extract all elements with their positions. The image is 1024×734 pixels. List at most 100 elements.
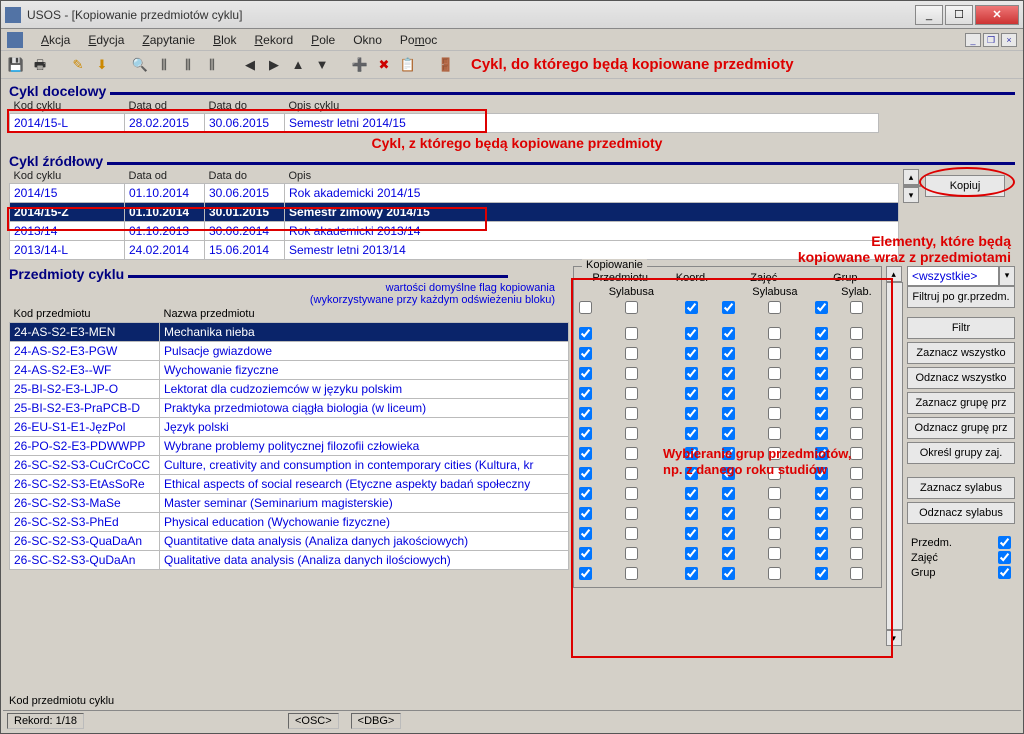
down-icon[interactable]: ▼ — [313, 56, 331, 74]
cb-przedm[interactable] — [998, 536, 1011, 549]
kopiowanie-checkbox[interactable] — [722, 367, 735, 380]
kopiowanie-checkbox[interactable] — [579, 367, 592, 380]
menu-okno[interactable]: Okno — [353, 33, 382, 47]
kopiowanie-checkbox[interactable] — [815, 447, 828, 460]
mdi-minimize[interactable]: _ — [965, 33, 981, 47]
kopiowanie-checkbox[interactable] — [579, 327, 592, 340]
subject-row[interactable]: 25-BI-S2-E3-PraPCB-DPraktyka przedmiotow… — [10, 399, 569, 418]
subj-scrollbar[interactable] — [886, 282, 903, 630]
kopiowanie-checkbox[interactable] — [722, 467, 735, 480]
kopiowanie-checkbox[interactable] — [815, 367, 828, 380]
kopiowanie-checkbox[interactable] — [768, 347, 781, 360]
next-icon[interactable]: ▶ — [265, 56, 283, 74]
kopiowanie-checkbox[interactable] — [685, 387, 698, 400]
kopiowanie-checkbox[interactable] — [768, 507, 781, 520]
kopiowanie-checkbox[interactable] — [850, 407, 863, 420]
kopiowanie-checkbox[interactable] — [722, 301, 735, 314]
kopiowanie-checkbox[interactable] — [579, 487, 592, 500]
kopiowanie-checkbox[interactable] — [815, 301, 828, 314]
chart3-icon[interactable]: ⫼ — [203, 56, 221, 74]
source-row[interactable]: 2014/15-Z01.10.201430.01.2015Semestr zim… — [10, 203, 899, 222]
close-button[interactable]: ✕ — [975, 5, 1019, 25]
kopiowanie-checkbox[interactable] — [768, 487, 781, 500]
kopiowanie-checkbox[interactable] — [579, 301, 592, 314]
subject-row[interactable]: 24-AS-S2-E3-PGWPulsacje gwiazdowe — [10, 342, 569, 361]
kopiowanie-checkbox[interactable] — [579, 507, 592, 520]
kopiowanie-checkbox[interactable] — [722, 427, 735, 440]
kopiowanie-checkbox[interactable] — [850, 301, 863, 314]
subj-scroll-down[interactable]: ▾ — [886, 630, 902, 646]
scroll-up[interactable]: ▴ — [903, 169, 919, 185]
add-icon[interactable]: ➕ — [351, 56, 369, 74]
kopiowanie-checkbox[interactable] — [722, 447, 735, 460]
kopiowanie-checkbox[interactable] — [768, 427, 781, 440]
filtr-button[interactable]: Filtr — [907, 317, 1015, 339]
kopiowanie-checkbox[interactable] — [768, 447, 781, 460]
kopiowanie-checkbox[interactable] — [815, 347, 828, 360]
kopiowanie-checkbox[interactable] — [722, 527, 735, 540]
subject-row[interactable]: 26-EU-S1-E1-JęzPolJęzyk polski — [10, 418, 569, 437]
print-icon[interactable]: 🖶 — [31, 56, 49, 74]
kopiowanie-checkbox[interactable] — [625, 427, 638, 440]
zaznacz-sylabus-button[interactable]: Zaznacz sylabus — [907, 477, 1015, 499]
save-icon[interactable]: 💾 — [7, 56, 25, 74]
chart1-icon[interactable]: ⫼ — [155, 56, 173, 74]
source-row[interactable]: 2013/14-L24.02.201415.06.2014Semestr let… — [10, 241, 899, 260]
kopiowanie-checkbox[interactable] — [815, 427, 828, 440]
minimize-button[interactable]: _ — [915, 5, 943, 25]
kopiowanie-checkbox[interactable] — [625, 467, 638, 480]
zaznacz-wszystko-button[interactable]: Zaznacz wszystko — [907, 342, 1015, 364]
subject-row[interactable]: 26-SC-S2-S3-QuaDaAnQuantitative data ana… — [10, 532, 569, 551]
kopiowanie-checkbox[interactable] — [685, 367, 698, 380]
kopiowanie-checkbox[interactable] — [579, 347, 592, 360]
up-icon[interactable]: ▲ — [289, 56, 307, 74]
scroll-down[interactable]: ▾ — [903, 187, 919, 203]
menu-pomoc[interactable]: Pomoc — [400, 33, 437, 47]
chevron-down-icon[interactable]: ▾ — [999, 266, 1015, 286]
kopiowanie-checkbox[interactable] — [768, 301, 781, 314]
kopiowanie-checkbox[interactable] — [768, 367, 781, 380]
kopiowanie-checkbox[interactable] — [768, 547, 781, 560]
subject-row[interactable]: 26-SC-S2-S3-CuCrCoCCCulture, creativity … — [10, 456, 569, 475]
kopiowanie-checkbox[interactable] — [722, 487, 735, 500]
kopiowanie-checkbox[interactable] — [625, 327, 638, 340]
kopiowanie-checkbox[interactable] — [579, 427, 592, 440]
chart2-icon[interactable]: ⫼ — [179, 56, 197, 74]
filtruj-button[interactable]: Filtruj po gr.przedm. — [907, 286, 1015, 308]
kopiowanie-checkbox[interactable] — [579, 407, 592, 420]
kopiowanie-checkbox[interactable] — [815, 387, 828, 400]
subject-row[interactable]: 25-BI-S2-E3-LJP-OLektorat dla cudzoziemc… — [10, 380, 569, 399]
kopiowanie-checkbox[interactable] — [722, 547, 735, 560]
menu-blok[interactable]: Blok — [213, 33, 236, 47]
okresl-grupy-button[interactable]: Określ grupy zaj. — [907, 442, 1015, 464]
kopiowanie-checkbox[interactable] — [579, 447, 592, 460]
kopiowanie-checkbox[interactable] — [685, 407, 698, 420]
subj-scroll-up[interactable]: ▴ — [886, 266, 902, 282]
target-row[interactable]: 2014/15-L 28.02.2015 30.06.2015 Semestr … — [10, 114, 879, 133]
cb-zajec[interactable] — [998, 551, 1011, 564]
kopiowanie-checkbox[interactable] — [850, 327, 863, 340]
maximize-button[interactable]: ☐ — [945, 5, 973, 25]
kopiowanie-checkbox[interactable] — [685, 347, 698, 360]
kopiowanie-checkbox[interactable] — [625, 507, 638, 520]
kopiowanie-checkbox[interactable] — [625, 527, 638, 540]
kopiowanie-checkbox[interactable] — [685, 567, 698, 580]
kopiowanie-checkbox[interactable] — [850, 567, 863, 580]
kopiowanie-checkbox[interactable] — [685, 487, 698, 500]
kopiowanie-checkbox[interactable] — [850, 347, 863, 360]
kopiowanie-checkbox[interactable] — [579, 547, 592, 560]
kopiowanie-checkbox[interactable] — [625, 567, 638, 580]
kopiowanie-checkbox[interactable] — [815, 547, 828, 560]
search-icon[interactable]: 🔍 — [131, 56, 149, 74]
prev-icon[interactable]: ◀ — [241, 56, 259, 74]
kopiowanie-checkbox[interactable] — [850, 507, 863, 520]
kopiowanie-checkbox[interactable] — [815, 527, 828, 540]
kopiowanie-checkbox[interactable] — [685, 447, 698, 460]
kopiowanie-checkbox[interactable] — [685, 467, 698, 480]
subject-row[interactable]: 26-SC-S2-S3-QuDaAnQualitative data analy… — [10, 551, 569, 570]
zaznacz-grupe-button[interactable]: Zaznacz grupę prz — [907, 392, 1015, 414]
menu-akcja[interactable]: AAkcjakcja — [41, 33, 70, 47]
kopiowanie-checkbox[interactable] — [850, 487, 863, 500]
edit-icon[interactable]: ✎ — [69, 56, 87, 74]
subject-row[interactable]: 26-PO-S2-E3-PDWWPPWybrane problemy polit… — [10, 437, 569, 456]
